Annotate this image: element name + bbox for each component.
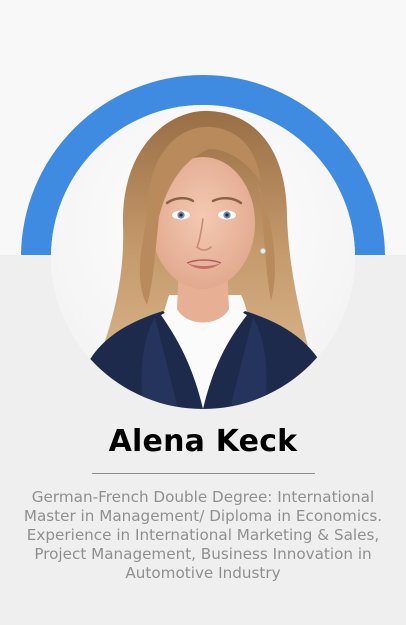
portrait-illustration: [51, 105, 355, 409]
profile-name: Alena Keck: [108, 424, 298, 459]
profile-card: Alena Keck German-French Double Degree: …: [0, 0, 406, 625]
profile-bio: German-French Double Degree: Internation…: [23, 488, 383, 582]
name-divider: [92, 473, 315, 474]
profile-photo: [51, 105, 355, 409]
